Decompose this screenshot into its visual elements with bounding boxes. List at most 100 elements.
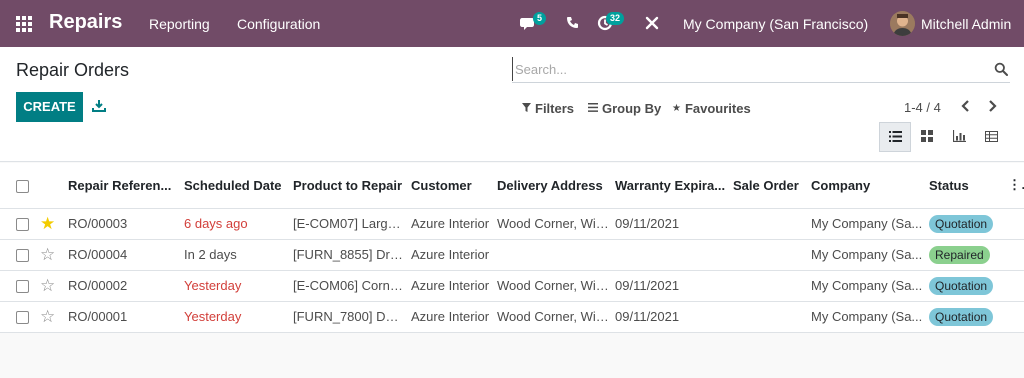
search-input[interactable] <box>512 57 982 81</box>
menu-configuration[interactable]: Configuration <box>237 16 320 32</box>
apps-icon[interactable] <box>16 16 32 32</box>
table-row[interactable]: ☆ RO/00004 In 2 days [FURN_8855] Dra... Azur… <box>0 239 1024 271</box>
messages-badge: 5 <box>533 12 547 25</box>
favourites-label: Favourites <box>684 101 751 116</box>
pager-value[interactable]: 1-4 / 4 <box>904 100 941 115</box>
repair-reference: RO/00001 <box>68 301 184 333</box>
sale-order <box>733 208 811 240</box>
table-row[interactable]: ★ RO/00003 6 days ago [E-COM07] Large ... Az… <box>0 208 1024 240</box>
priority-cell: ☆ <box>40 301 68 333</box>
chevron-left-icon[interactable] <box>960 99 974 115</box>
groupby-button[interactable]: Group By <box>588 101 661 116</box>
column-header[interactable]: Warranty Expira... <box>615 163 733 209</box>
sale-order <box>733 301 811 333</box>
row-end-cell <box>1008 208 1024 240</box>
row-checkbox[interactable] <box>16 218 29 232</box>
priority-cell: ★ <box>40 208 68 240</box>
row-checkbox[interactable] <box>16 249 29 263</box>
company: My Company (Sa... <box>811 301 929 333</box>
column-header[interactable]: Company <box>811 163 929 209</box>
repair-reference: RO/00002 <box>68 270 184 302</box>
status-badge: Quotation <box>929 307 994 326</box>
table-row[interactable]: ☆ RO/00001 Yesterday [FURN_7800] Des... Azur… <box>0 301 1024 333</box>
groupby-label: Group By <box>602 101 662 116</box>
search-icon[interactable] <box>994 62 1008 76</box>
chevron-right-icon[interactable] <box>988 99 1002 115</box>
sale-order <box>733 270 811 302</box>
row-end-cell <box>1008 239 1024 271</box>
warranty-expiration: 09/11/2021 <box>615 270 733 302</box>
column-header[interactable]: Delivery Address <box>497 163 615 209</box>
list-view-button[interactable] <box>879 122 911 152</box>
filter-icon <box>522 102 531 115</box>
star-icon[interactable]: ☆ <box>40 308 55 325</box>
product-to-repair: [E-COM06] Corne... <box>293 270 411 302</box>
graph-view-icon <box>952 129 966 145</box>
repair-reference: RO/00004 <box>68 239 184 271</box>
star-icon[interactable]: ☆ <box>40 277 55 294</box>
select-all-checkbox[interactable] <box>16 179 29 193</box>
list-view: Repair Referen... Scheduled Date Product… <box>0 163 1024 333</box>
star-header <box>40 163 68 209</box>
product-to-repair: [FURN_7800] Des... <box>293 301 411 333</box>
company: My Company (Sa... <box>811 239 929 271</box>
status-cell: Quotation <box>929 301 1008 333</box>
row-select-cell <box>0 208 40 240</box>
warranty-expiration: 09/11/2021 <box>615 301 733 333</box>
company: My Company (Sa... <box>811 208 929 240</box>
row-select-cell <box>0 239 40 271</box>
column-header[interactable]: Repair Referen... <box>68 163 184 209</box>
warranty-expiration <box>615 239 733 271</box>
row-checkbox[interactable] <box>16 280 29 294</box>
delivery-address: Wood Corner, Wil... <box>497 270 615 302</box>
download-icon[interactable] <box>92 99 106 113</box>
star-icon: ★ <box>672 103 681 114</box>
sale-order <box>733 239 811 271</box>
graph-view-button[interactable] <box>943 122 975 152</box>
delivery-address: Wood Corner, Wil... <box>497 301 615 333</box>
row-select-cell <box>0 301 40 333</box>
avatar[interactable] <box>890 11 915 36</box>
menu-reporting[interactable]: Reporting <box>149 16 210 32</box>
phone-icon[interactable] <box>566 16 579 33</box>
status-badge: Repaired <box>929 245 990 264</box>
page-title: Repair Orders <box>16 60 130 80</box>
favourites-button[interactable]: ★ Favourites <box>672 101 751 116</box>
star-icon[interactable]: ☆ <box>40 246 55 263</box>
scheduled-date: 6 days ago <box>184 208 293 240</box>
table-row[interactable]: ☆ RO/00002 Yesterday [E-COM06] Corne... Azur… <box>0 270 1024 302</box>
column-header[interactable]: Status <box>929 163 1008 209</box>
priority-cell: ☆ <box>40 239 68 271</box>
user-menu[interactable]: Mitchell Admin <box>921 16 1011 32</box>
create-button[interactable]: CREATE <box>16 92 83 122</box>
column-header[interactable]: Sale Order <box>733 163 811 209</box>
kebab-icon[interactable]: ⋮ <box>1008 163 1024 209</box>
company-switcher[interactable]: My Company (San Francisco) <box>683 16 868 32</box>
column-header[interactable]: Product to Repair <box>293 163 411 209</box>
kanban-view-icon <box>921 129 933 145</box>
filters-label: Filters <box>535 101 575 116</box>
kanban-view-button[interactable] <box>911 122 943 152</box>
delivery-address <box>497 239 615 271</box>
tools-icon[interactable] <box>645 16 659 33</box>
pivot-view-icon <box>984 130 998 145</box>
top-navbar: Repairs Reporting Configuration 5 32 My … <box>0 0 1024 47</box>
scheduled-date: Yesterday <box>184 270 293 302</box>
pivot-view-button[interactable] <box>975 122 1007 152</box>
row-checkbox[interactable] <box>16 311 29 325</box>
table-header: Repair Referen... Scheduled Date Product… <box>0 163 1024 209</box>
warranty-expiration: 09/11/2021 <box>615 208 733 240</box>
control-panel: Repair Orders CREATE Filters Group By ★ … <box>0 47 1024 162</box>
star-icon[interactable]: ★ <box>40 215 55 232</box>
app-name[interactable]: Repairs <box>49 11 122 34</box>
column-header[interactable]: Customer <box>411 163 497 209</box>
customer: Azure Interior <box>411 208 497 240</box>
status-cell: Quotation <box>929 270 1008 302</box>
company: My Company (Sa... <box>811 270 929 302</box>
column-header[interactable]: Scheduled Date <box>184 163 293 209</box>
search-bar <box>512 57 1010 83</box>
status-cell: Repaired <box>929 239 1008 271</box>
repair-reference: RO/00003 <box>68 208 184 240</box>
scheduled-date: In 2 days <box>184 239 293 271</box>
filters-button[interactable]: Filters <box>522 101 574 116</box>
